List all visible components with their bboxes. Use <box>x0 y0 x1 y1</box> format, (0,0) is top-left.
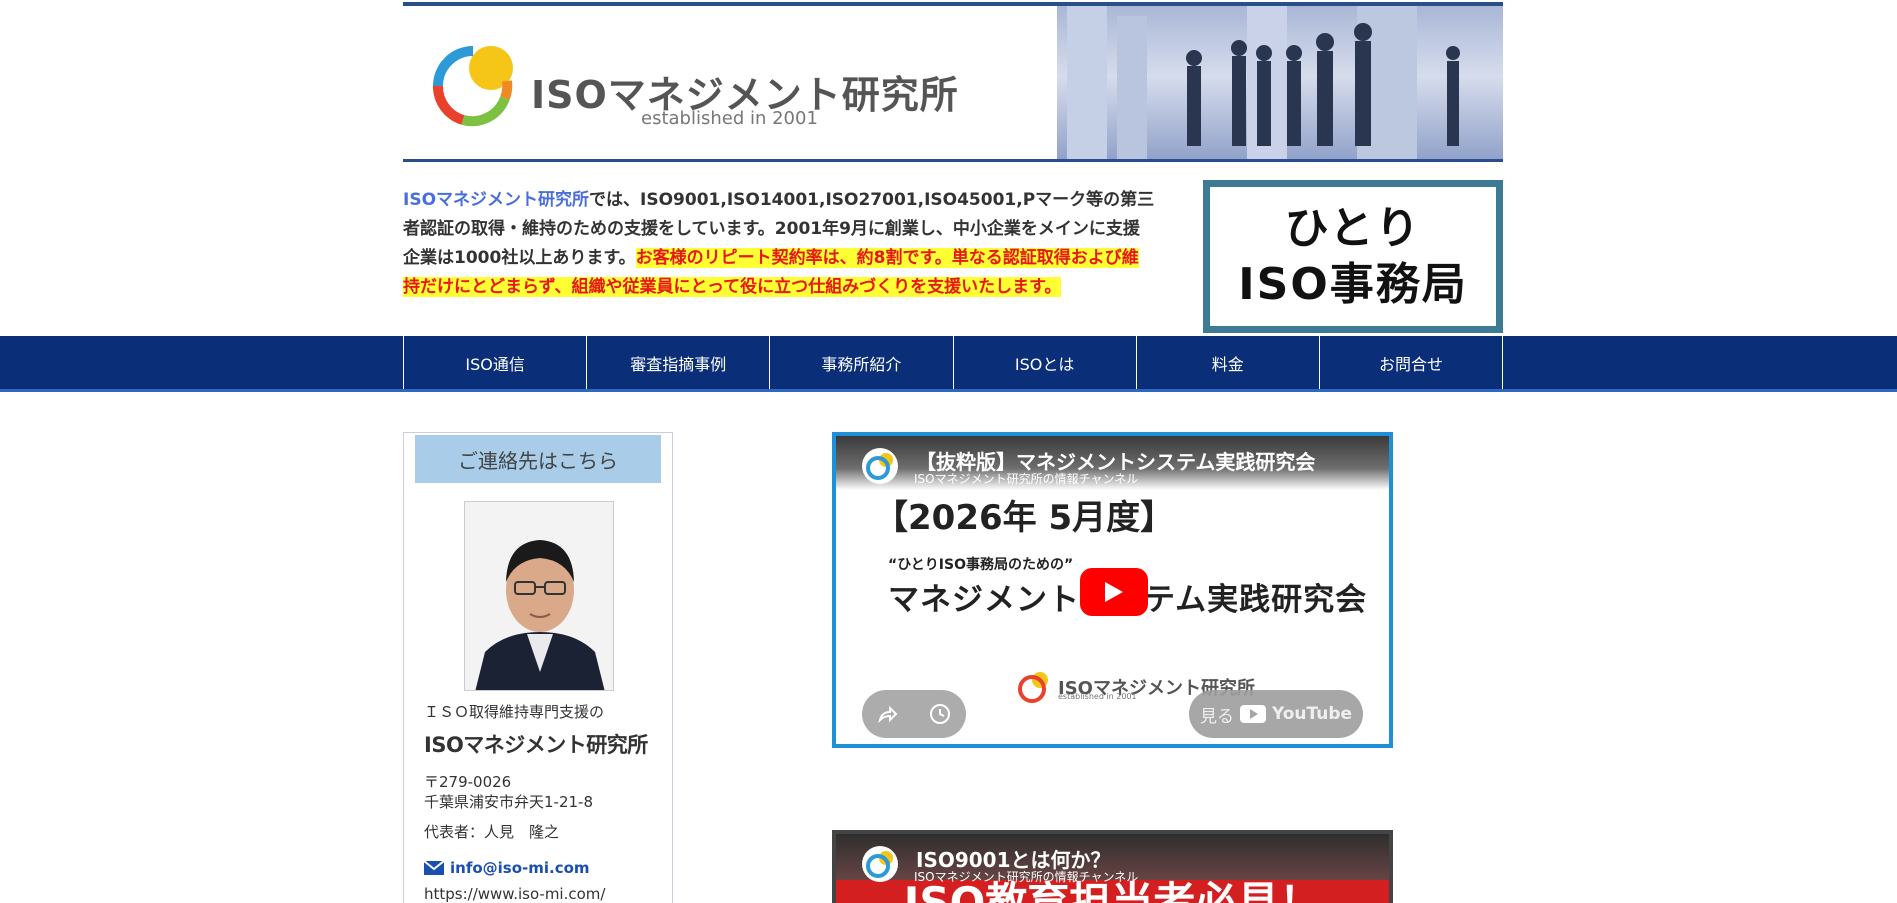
share-icon[interactable] <box>876 702 900 726</box>
nav-item-office[interactable]: 事務所紹介 <box>770 336 954 389</box>
nav-item-about-iso[interactable]: ISOとは <box>954 336 1137 389</box>
nav-item-iso-news[interactable]: ISO通信 <box>404 336 588 389</box>
video-2-channel[interactable]: ISOマネジメント研究所の情報チャンネル <box>914 868 1138 885</box>
youtube-label: YouTube <box>1271 704 1353 724</box>
watch-label: 見る <box>1199 706 1234 727</box>
channel-avatar-icon[interactable] <box>862 448 898 484</box>
contact-sidebar: ご連絡先はこちら ＩＳＯ取得維持専門支援の ISOマネジメント研究所 〒279-… <box>403 432 673 903</box>
representative-photo <box>464 501 614 691</box>
hitori-line1: ひとり <box>1284 202 1422 254</box>
header-banner: ISOマネジメント研究所 established in 2001 <box>403 2 1503 162</box>
watch-on-youtube-button[interactable]: 見る YouTube <box>1189 690 1363 738</box>
sidebar-representative: 代表者：人見 隆之 <box>424 823 560 841</box>
sidebar-postal: 〒279-0026 <box>424 773 512 791</box>
video-embed-1[interactable]: 【抜粋版】マネジメントシステム実践研究会 ISOマネジメント研究所の情報チャンネ… <box>832 432 1393 748</box>
video-1-logo-sub: established in 2001 <box>1058 692 1137 701</box>
sidebar-brand: ISOマネジメント研究所 <box>424 733 648 757</box>
sidebar-email[interactable]: info@iso-mi.com <box>424 859 590 877</box>
watch-later-icon[interactable] <box>928 702 952 726</box>
nav-item-contact[interactable]: お問合せ <box>1320 336 1504 389</box>
sidebar-tagline: ＩＳＯ取得維持専門支援の <box>424 703 605 721</box>
hitori-iso-banner[interactable]: ひとり ISO事務局 <box>1203 180 1503 333</box>
sidebar-url[interactable]: https://www.iso-mi.com/ <box>424 885 605 903</box>
logo-ring-icon <box>432 46 513 127</box>
intro-text: ISOマネジメント研究所では、ISO9001,ISO14001,ISO27001… <box>403 186 1155 302</box>
logo-subtitle: established in 2001 <box>641 108 818 129</box>
youtube-logo-icon <box>1239 705 1266 723</box>
main-nav: ISO通信 審査指摘事例 事務所紹介 ISOとは 料金 お問合せ <box>0 336 1897 392</box>
video-embed-2[interactable]: ISO教育担当者必見！ ISO9001とは何か？ ISOマネジメント研究所の情報… <box>832 830 1393 903</box>
video-1-controls <box>862 690 966 738</box>
sidebar-email-text: info@iso-mi.com <box>450 859 590 877</box>
sidebar-title: ご連絡先はこちら <box>412 435 664 483</box>
channel-avatar-icon[interactable] <box>862 846 898 882</box>
business-people-photo <box>1057 6 1503 159</box>
hitori-line2: ISO事務局 <box>1238 258 1468 310</box>
sidebar-address: 千葉県浦安市弁天1-21-8 <box>424 793 593 811</box>
intro-company-link[interactable]: ISOマネジメント研究所 <box>403 190 589 210</box>
logo-ring-icon <box>1018 672 1048 703</box>
video-1-channel[interactable]: ISOマネジメント研究所の情報チャンネル <box>914 470 1138 487</box>
nav-item-audit-cases[interactable]: 審査指摘事例 <box>587 336 771 389</box>
youtube-play-button[interactable] <box>1080 568 1148 616</box>
nav-item-pricing[interactable]: 料金 <box>1137 336 1320 389</box>
video-1-month: 【2026年 5月度】 <box>874 498 1175 538</box>
mail-icon <box>424 861 444 875</box>
video-1-subtitle: “ひとりISO事務局のための” <box>888 557 1074 573</box>
play-icon <box>1105 582 1123 602</box>
